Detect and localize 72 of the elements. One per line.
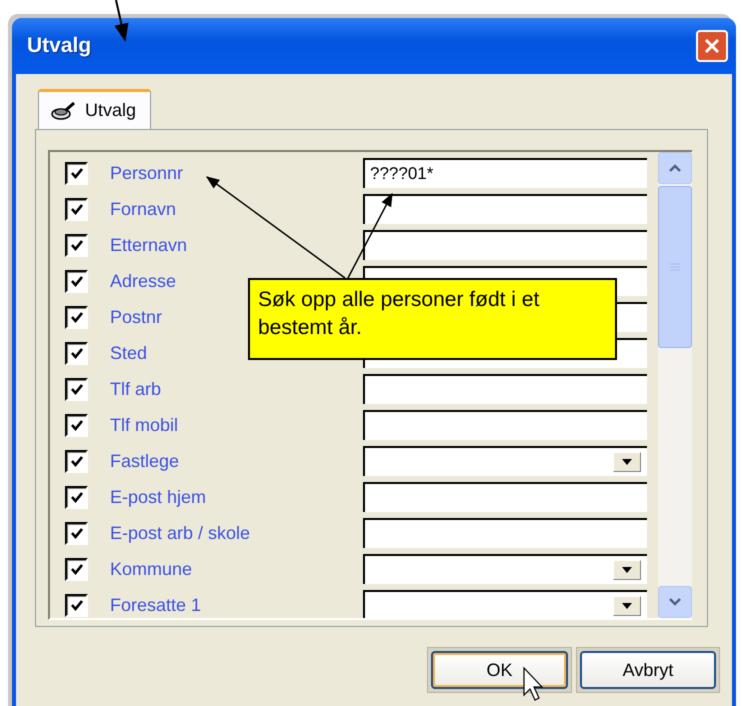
checkbox[interactable] (65, 450, 88, 472)
field-label: E-post arb / skole (110, 522, 250, 544)
checkmark-icon (70, 166, 84, 180)
field-label: E-post hjem (110, 486, 206, 508)
checkmark-icon (70, 454, 84, 468)
checkmark-icon (70, 382, 84, 396)
checkbox[interactable] (65, 558, 88, 580)
checkmark-icon (70, 598, 84, 612)
caret-icon (622, 603, 632, 609)
field-label: Postnr (110, 306, 162, 328)
pan-icon (51, 100, 77, 120)
arrow (114, 0, 128, 42)
scroll-thumb[interactable] (658, 186, 692, 348)
checkmark-icon (70, 202, 84, 216)
dropdown-field[interactable] (363, 590, 647, 618)
input-field[interactable]: ????01* (363, 158, 647, 188)
checkbox[interactable] (65, 342, 88, 364)
tab[interactable]: Utvalg (38, 89, 152, 129)
input-field[interactable] (363, 374, 647, 404)
checkmark-icon (70, 490, 84, 504)
scrollbar[interactable] (658, 152, 692, 618)
checkmark-icon (70, 274, 84, 288)
checkbox[interactable] (65, 306, 88, 328)
field-label: Adresse (110, 270, 176, 292)
checkmark-icon (70, 310, 84, 324)
checkmark-icon (70, 418, 84, 432)
checkmark-icon (70, 562, 84, 576)
input-field[interactable] (363, 194, 647, 224)
scroll-down-button[interactable] (658, 586, 692, 618)
checkbox[interactable] (65, 486, 88, 508)
input-field[interactable] (363, 230, 647, 260)
close-icon (703, 37, 721, 55)
caret-icon (622, 567, 632, 573)
checkbox[interactable] (65, 162, 88, 184)
dropdown-field[interactable] (363, 554, 647, 584)
field-label: Sted (110, 342, 148, 364)
checkbox[interactable] (65, 378, 88, 400)
input-field[interactable] (363, 518, 647, 548)
checkmark-icon (70, 526, 84, 540)
field-label: Foresatte 1 (110, 594, 202, 616)
field-label: Personnr (110, 162, 184, 184)
checkbox[interactable] (65, 414, 88, 436)
caret-icon (622, 459, 632, 465)
input-field[interactable] (363, 482, 647, 512)
dropdown-button[interactable] (613, 596, 641, 616)
field-label: Etternavn (110, 234, 188, 256)
checkbox[interactable] (65, 198, 88, 220)
chevron-down-icon (668, 597, 682, 607)
close-button[interactable] (696, 30, 728, 62)
mouse-pointer-icon (523, 666, 544, 701)
dropdown-field[interactable] (363, 446, 647, 476)
scroll-up-button[interactable] (658, 152, 692, 184)
checkbox[interactable] (65, 522, 88, 544)
checkbox[interactable] (65, 594, 88, 616)
dropdown-button[interactable] (613, 560, 641, 580)
dialog-button[interactable]: OK (431, 651, 568, 689)
field-label: Fornavn (110, 198, 176, 220)
dropdown-button[interactable] (613, 452, 641, 472)
chevron-up-icon (668, 163, 682, 173)
checkmark-icon (70, 238, 84, 252)
field-label: Kommune (110, 558, 192, 580)
window-title: Utvalg (27, 34, 92, 58)
input-field[interactable] (363, 410, 647, 440)
field-label: Tlf arb (110, 378, 162, 400)
checkmark-icon (70, 346, 84, 360)
checkbox[interactable] (65, 234, 88, 256)
dialog-button[interactable]: Avbryt (580, 651, 716, 689)
checkbox[interactable] (65, 270, 88, 292)
note-tooltip: Søk opp alle personer født i et bestemt år. (248, 278, 617, 360)
field-label: Fastlege (110, 450, 180, 472)
field-label: Tlf mobil (110, 414, 178, 436)
grip-icon (670, 263, 680, 271)
